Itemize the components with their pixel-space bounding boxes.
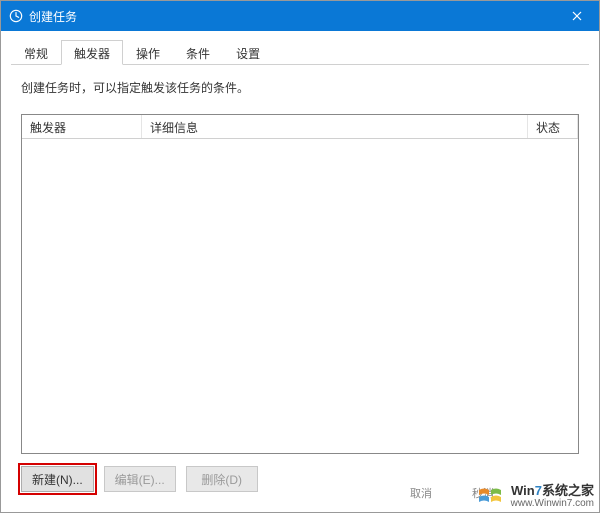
- tab-label: 触发器: [74, 47, 110, 61]
- triggers-list[interactable]: 触发器 详细信息 状态: [21, 114, 579, 454]
- list-body: [22, 139, 578, 453]
- titlebar: 创建任务: [1, 1, 599, 31]
- column-status[interactable]: 状态: [528, 115, 578, 138]
- triggers-tab-content: 创建任务时，可以指定触发该任务的条件。 触发器 详细信息 状态 新建(N)...…: [11, 65, 589, 502]
- tab-label: 条件: [186, 47, 210, 61]
- clock-icon: [9, 9, 23, 23]
- new-button[interactable]: 新建(N)...: [21, 466, 94, 492]
- button-row: 新建(N)... 编辑(E)... 删除(D): [21, 466, 579, 492]
- tab-general[interactable]: 常规: [11, 40, 61, 65]
- edit-button: 编辑(E)...: [104, 466, 176, 492]
- column-trigger[interactable]: 触发器: [22, 115, 142, 138]
- close-button[interactable]: [554, 1, 599, 31]
- delete-button: 删除(D): [186, 466, 258, 492]
- tab-conditions[interactable]: 条件: [173, 40, 223, 65]
- triggers-description: 创建任务时，可以指定触发该任务的条件。: [21, 79, 579, 96]
- window-title: 创建任务: [29, 8, 77, 25]
- tab-actions[interactable]: 操作: [123, 40, 173, 65]
- column-detail[interactable]: 详细信息: [142, 115, 528, 138]
- tab-label: 操作: [136, 47, 160, 61]
- tab-bar: 常规 触发器 操作 条件 设置: [11, 39, 589, 65]
- list-header: 触发器 详细信息 状态: [22, 115, 578, 139]
- tab-label: 设置: [236, 47, 260, 61]
- tab-settings[interactable]: 设置: [223, 40, 273, 65]
- tab-triggers[interactable]: 触发器: [61, 40, 123, 65]
- create-task-window: 创建任务 常规 触发器 操作 条件 设置: [0, 0, 600, 513]
- client-area: 常规 触发器 操作 条件 设置 创建任务时，可以指定触发该任务的条件。 触发器 …: [1, 31, 599, 512]
- tab-label: 常规: [24, 47, 48, 61]
